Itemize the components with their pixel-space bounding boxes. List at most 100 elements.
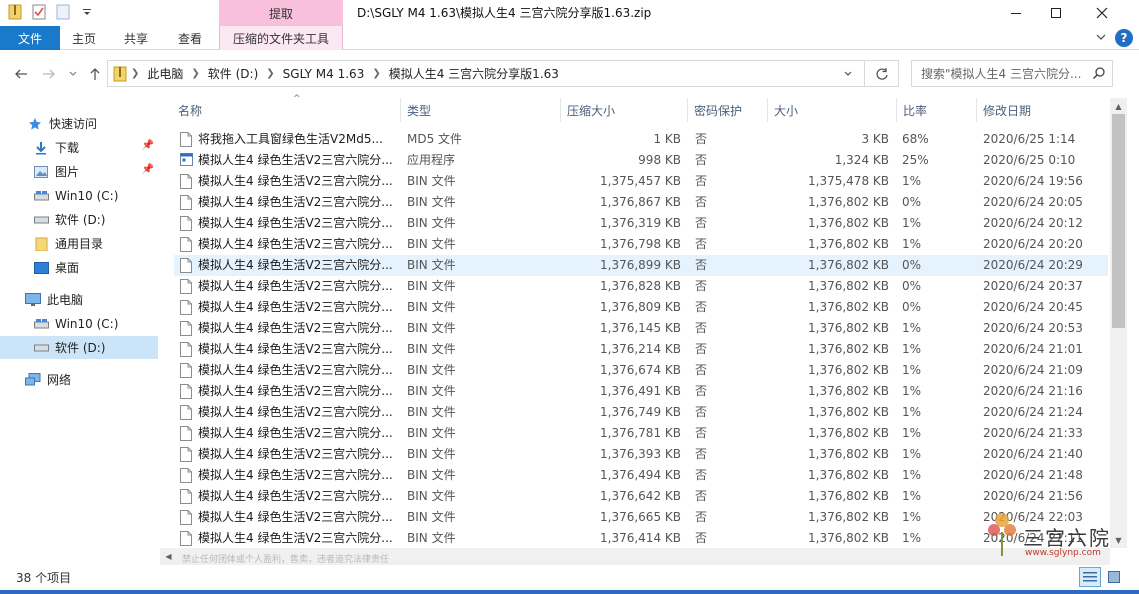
nav-label: 网络 [47,373,72,387]
site-watermark: 三宫六院 www.sglynp.com [980,500,1120,562]
column-header-name[interactable]: ^ 名称 [172,94,401,122]
file-row[interactable]: 模拟人生4 绿色生活V2三宫六院分... BIN 文件 1,376,674 KB 否 1… [174,360,1108,381]
document-file-icon [180,258,193,273]
up-arrow-icon[interactable] [85,64,105,84]
file-row[interactable]: 模拟人生4 绿色生活V2三宫六院分... BIN 文件 1,376,494 KB 否 1… [174,465,1108,486]
new-folder-icon[interactable] [54,3,72,21]
nav-desktop[interactable]: 桌面 [0,256,158,279]
pin-icon[interactable]: 📌 [142,140,154,151]
tab-compressed-folder-tools[interactable]: 压缩的文件夹工具 [219,26,343,50]
drive-icon [33,316,49,332]
compression-ratio: 1% [902,510,922,524]
nav-network[interactable]: 网络 [0,368,158,391]
scrollbar-thumb[interactable] [1112,114,1125,328]
search-box[interactable] [911,60,1113,87]
address-bar[interactable]: ❯ 此电脑 ❯ 软件 (D:) ❯ SGLY M4 1.63 ❯ 模拟人生4 三… [107,60,899,87]
file-row[interactable]: 模拟人生4 绿色生活V2三宫六院分... BIN 文件 1,376,867 KB 否 1… [174,192,1108,213]
scroll-left-icon[interactable]: ◀ [160,548,177,564]
breadcrumb-sgly-folder[interactable]: SGLY M4 1.63 [279,67,369,81]
customize-qat-icon[interactable] [78,3,96,21]
zip-folder-icon[interactable] [6,3,24,21]
tab-home[interactable]: 主页 [60,26,108,50]
breadcrumb-separator-icon[interactable]: ❯ [262,68,278,79]
file-row[interactable]: 模拟人生4 绿色生活V2三宫六院分... BIN 文件 1,376,642 KB 否 1… [174,486,1108,507]
modified-date: 2020/6/24 20:12 [983,216,1083,230]
modified-date: 2020/6/24 21:16 [983,384,1083,398]
vertical-scrollbar[interactable]: ▲ ▼ [1110,98,1127,548]
file-row[interactable]: 模拟人生4 绿色生活V2三宫六院分... BIN 文件 1,376,899 KB 否 1… [174,255,1108,276]
large-icons-view-icon[interactable] [1103,567,1125,587]
nav-drive-d[interactable]: 软件 (D:) [0,208,158,231]
nav-this-pc-drive-c[interactable]: Win10 (C:) [0,312,158,335]
refresh-icon[interactable] [864,61,898,86]
file-row[interactable]: 模拟人生4 绿色生活V2三宫六院分... BIN 文件 1,376,214 KB 否 1… [174,339,1108,360]
help-icon[interactable]: ? [1115,29,1133,47]
extract-tool-tab[interactable]: 提取 [219,0,343,26]
nav-downloads[interactable]: 下载 📌 [0,136,158,159]
pin-icon[interactable]: 📌 [142,164,154,175]
nav-drive-c[interactable]: Win10 (C:) [0,184,158,207]
document-file-icon [180,405,193,420]
tab-view[interactable]: 查看 [166,26,214,50]
file-row[interactable]: 模拟人生4 绿色生活V2三宫六院分... BIN 文件 1,376,665 KB 否 1… [174,507,1108,528]
horizontal-scrollbar[interactable]: ◀ 禁止任何团体或个人盈利，售卖，违者追究法律责任 [160,548,1110,565]
file-row[interactable]: 模拟人生4 绿色生活V2三宫六院分... BIN 文件 1,376,809 KB 否 1… [174,297,1108,318]
file-row[interactable]: 模拟人生4 绿色生活V2三宫六院分... BIN 文件 1,375,457 KB 否 1… [174,171,1108,192]
properties-icon[interactable] [30,3,48,21]
file-row[interactable]: 模拟人生4 绿色生活V2三宫六院分... BIN 文件 1,376,145 KB 否 1… [174,318,1108,339]
forward-arrow-icon[interactable] [39,64,59,84]
column-header-date[interactable]: 修改日期 [977,98,1110,122]
file-row[interactable]: 模拟人生4 绿色生活V2三宫六院分... 应用程序 998 KB 否 1,324 KB 2… [174,150,1108,171]
file-row[interactable]: 模拟人生4 绿色生活V2三宫六院分... BIN 文件 1,376,414 KB 否 1… [174,528,1108,549]
breadcrumb-separator-icon[interactable]: ❯ [127,68,143,79]
breadcrumb-separator-icon[interactable]: ❯ [187,68,203,79]
nav-pictures[interactable]: 图片 📌 [0,160,158,183]
compression-ratio: 1% [902,426,922,440]
file-type: BIN 文件 [407,426,456,440]
file-row[interactable]: 将我拖入工具窗绿色生活V2Md5... MD5 文件 1 KB 否 3 KB 68% 202… [174,129,1108,150]
file-row[interactable]: 模拟人生4 绿色生活V2三宫六院分... BIN 文件 1,376,798 KB 否 1… [174,234,1108,255]
breadcrumb-drive-d[interactable]: 软件 (D:) [204,65,262,82]
column-header-compressed-size[interactable]: 压缩大小 [561,98,688,122]
file-row[interactable]: 模拟人生4 绿色生活V2三宫六院分... BIN 文件 1,376,319 KB 否 1… [174,213,1108,234]
nav-this-pc-drive-d[interactable]: 软件 (D:) [0,336,158,359]
column-header-password[interactable]: 密码保护 [688,98,768,122]
file-row[interactable]: 模拟人生4 绿色生活V2三宫六院分... BIN 文件 1,376,828 KB 否 1… [174,276,1108,297]
address-dropdown-icon[interactable] [838,61,858,86]
compressed-size: 1,376,665 KB [600,510,681,524]
compressed-size: 1,376,494 KB [600,468,681,482]
scroll-up-icon[interactable]: ▲ [1110,98,1127,114]
column-header-size[interactable]: 大小 [768,98,897,122]
details-view-icon[interactable] [1079,567,1101,587]
file-row[interactable]: 模拟人生4 绿色生活V2三宫六院分... BIN 文件 1,376,749 KB 否 1… [174,402,1108,423]
maximize-icon[interactable] [1033,0,1079,26]
file-type: BIN 文件 [407,321,456,335]
password-protected: 否 [695,363,708,377]
expand-ribbon-icon[interactable] [1095,31,1107,45]
back-arrow-icon[interactable] [11,64,31,84]
column-header-ratio[interactable]: 比率 [897,98,977,122]
file-row[interactable]: 模拟人生4 绿色生活V2三宫六院分... BIN 文件 1,376,491 KB 否 1… [174,381,1108,402]
nav-this-pc[interactable]: 此电脑 [0,288,158,311]
file-row[interactable]: 模拟人生4 绿色生活V2三宫六院分... BIN 文件 1,376,781 KB 否 1… [174,423,1108,444]
nav-label: Win10 (C:) [55,188,119,203]
breadcrumb-zip-file[interactable]: 模拟人生4 三宫六院分享版1.63 [385,65,563,82]
file-row[interactable]: 模拟人生4 绿色生活V2三宫六院分... BIN 文件 1,376,393 KB 否 1… [174,444,1108,465]
search-icon[interactable] [1092,66,1106,83]
recent-locations-icon[interactable] [63,64,83,84]
breadcrumb-this-pc[interactable]: 此电脑 [143,65,187,82]
search-input[interactable] [921,66,1081,81]
file-type: BIN 文件 [407,258,456,272]
breadcrumb-separator-icon[interactable]: ❯ [368,68,384,79]
compressed-size: 1 KB [653,132,681,146]
nav-quick-access[interactable]: 快速访问 [0,112,158,135]
pictures-icon [33,164,49,180]
tab-share[interactable]: 共享 [112,26,160,50]
column-header-type[interactable]: 类型 [401,98,561,122]
nav-common-folder[interactable]: 通用目录 [0,232,158,255]
file-size: 1,324 KB [834,153,889,167]
file-type: BIN 文件 [407,279,456,293]
close-icon[interactable] [1079,0,1125,26]
tab-file[interactable]: 文件 [0,26,60,50]
password-protected: 否 [695,195,708,209]
